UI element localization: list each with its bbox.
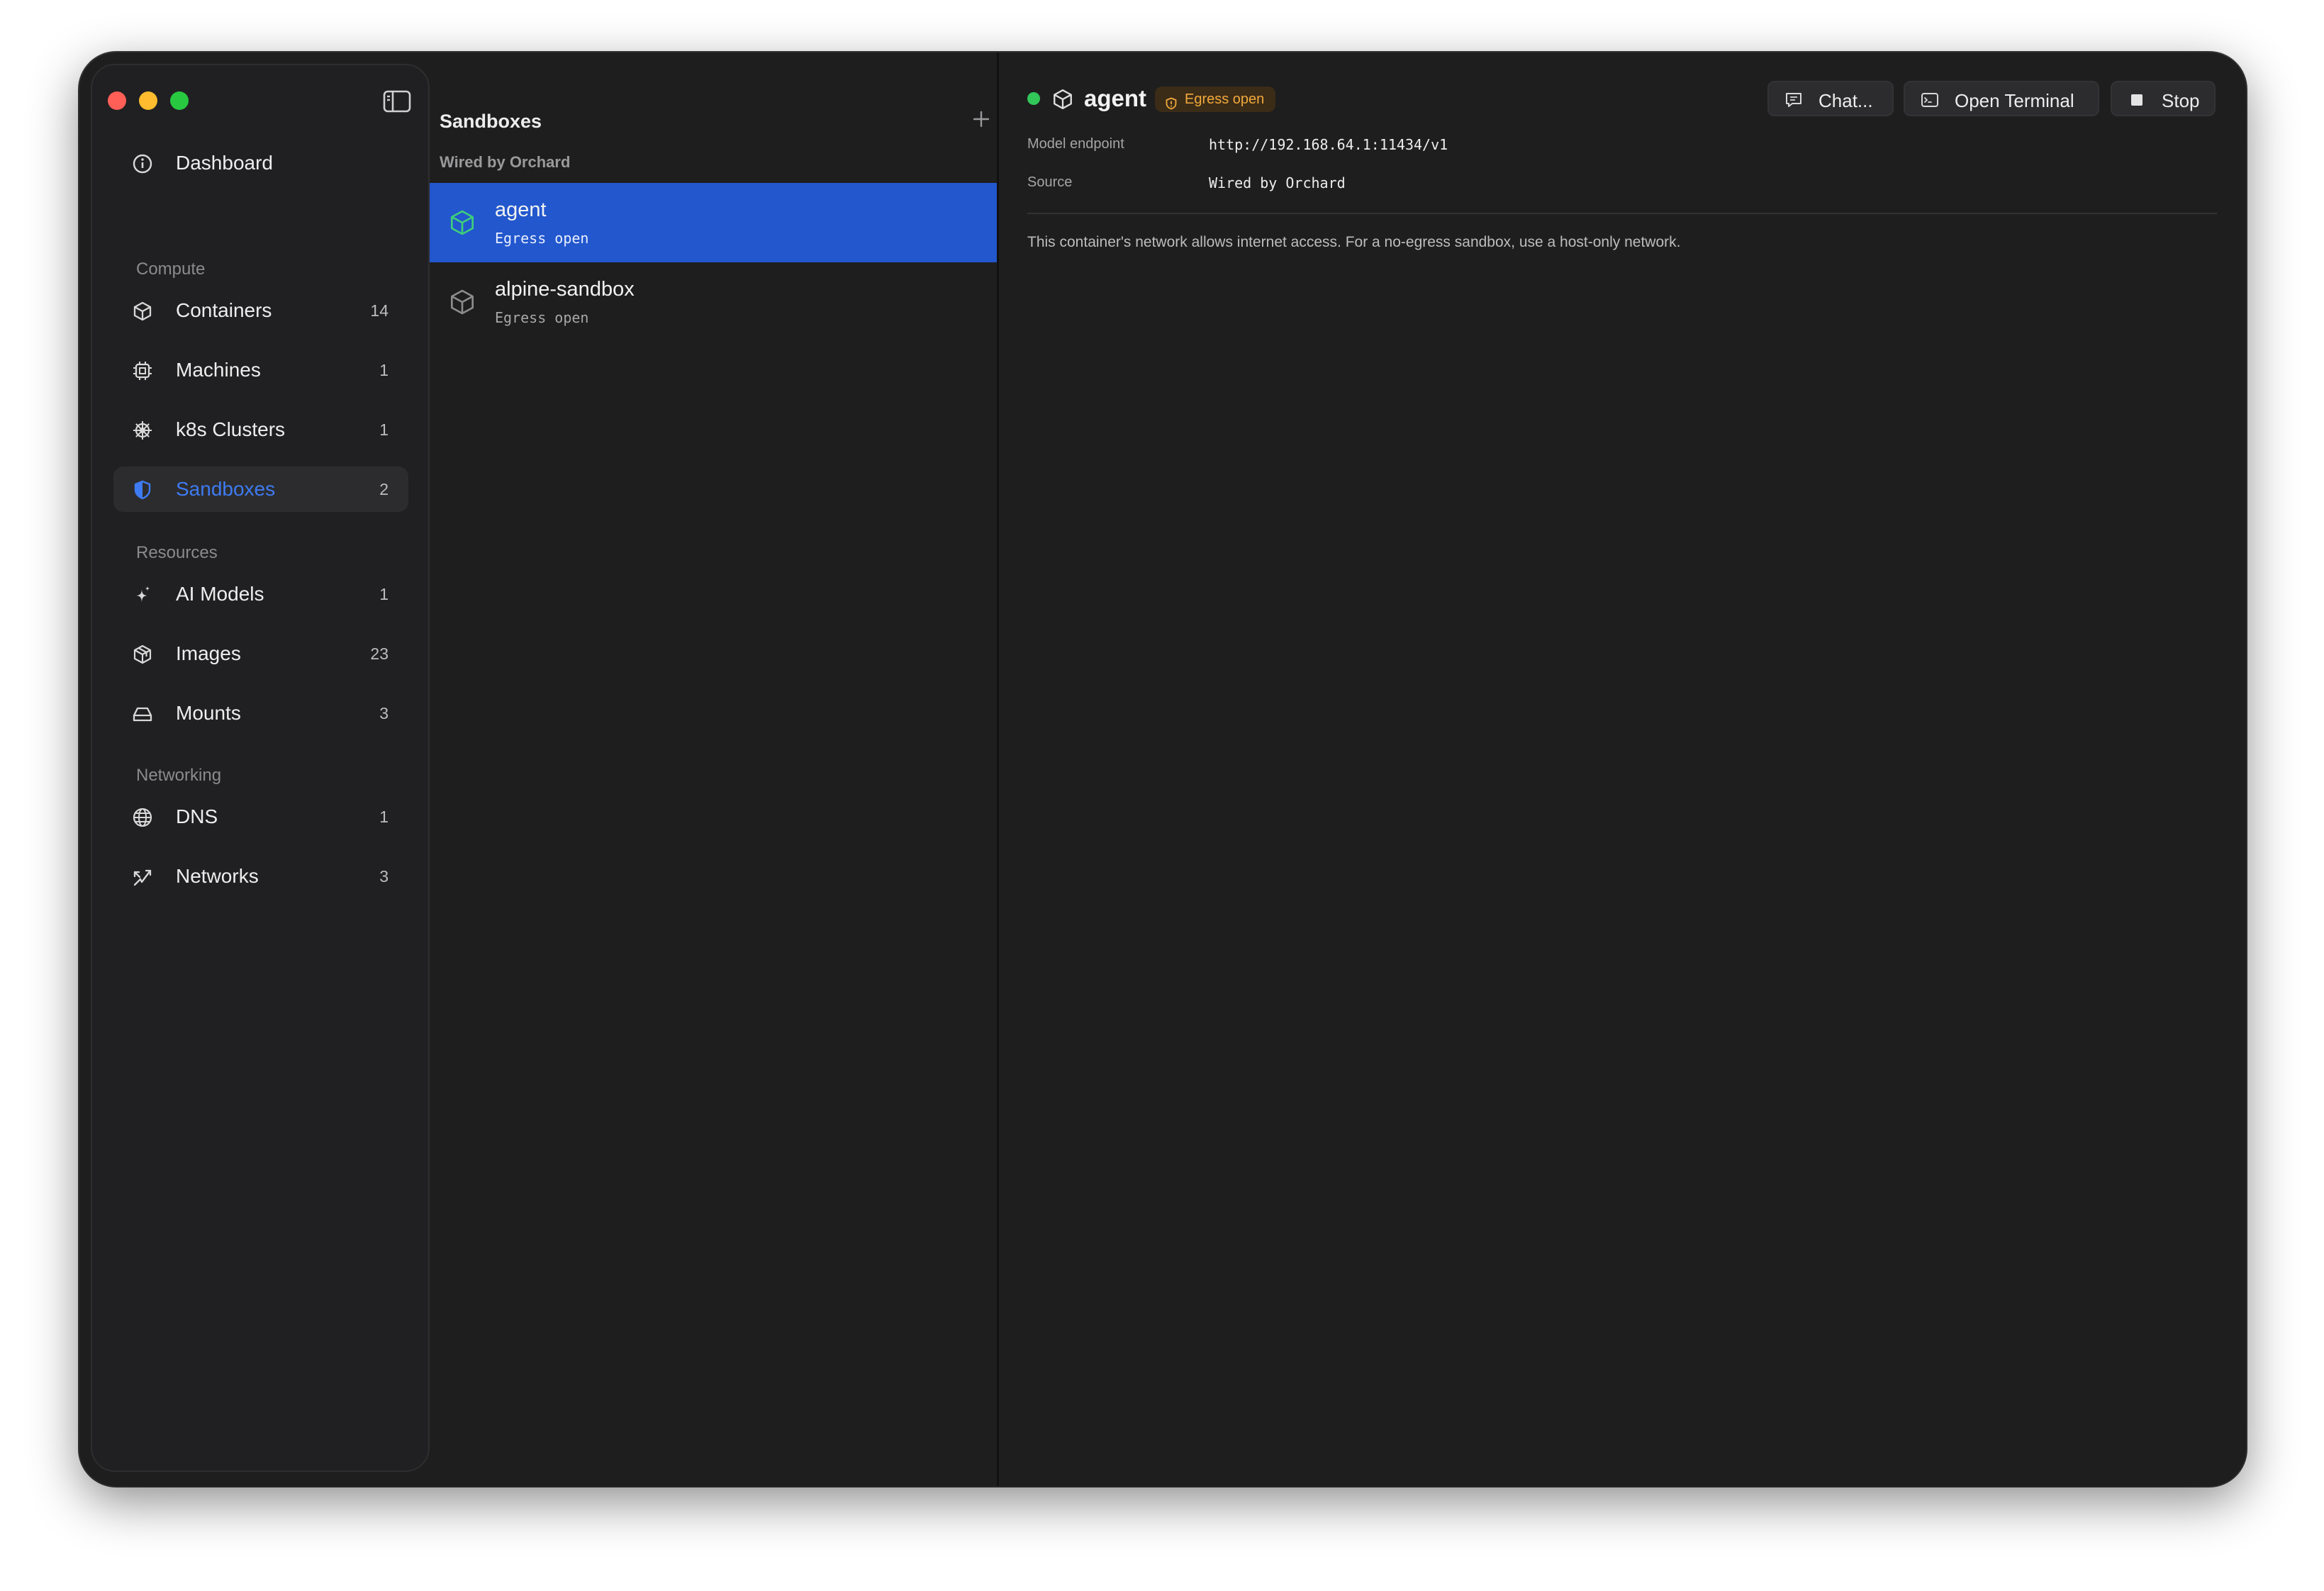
chat-button-label: Chat... <box>1819 90 1873 111</box>
count-badge: 3 <box>379 704 389 722</box>
drive-icon <box>132 703 153 725</box>
count-badge: 1 <box>379 808 389 826</box>
sandbox-list-pane: Sandboxes Wired by Orchard agent Egress … <box>430 52 997 1486</box>
cube-icon <box>448 288 476 316</box>
count-badge: 2 <box>379 480 389 498</box>
info-circle-icon <box>132 153 153 174</box>
count-badge: 1 <box>379 585 389 603</box>
sidebar-item-label: AI Models <box>176 583 264 605</box>
count-badge: 23 <box>370 644 389 663</box>
plus-icon[interactable] <box>971 109 991 129</box>
model-endpoint-value: http://192.168.64.1:11434/v1 <box>1209 136 1448 153</box>
sidebar-item-ai-models[interactable]: AI Models 1 <box>113 571 408 617</box>
egress-badge: Egress open <box>1155 86 1276 112</box>
section-label-networking: Networking <box>136 766 222 785</box>
cube-icon <box>448 208 476 237</box>
globe-icon <box>132 807 153 828</box>
network-arrows-icon <box>132 866 153 888</box>
sidebar-item-containers[interactable]: Containers 14 <box>113 288 408 333</box>
sidebar-item-label: k8s Clusters <box>176 418 286 440</box>
field-label: Source <box>1027 174 1073 190</box>
stop-button[interactable]: Stop <box>2111 81 2216 116</box>
chat-button[interactable]: Chat... <box>1767 81 1894 116</box>
sidebar-item-label: Machines <box>176 359 261 381</box>
sandbox-name: alpine-sandbox <box>495 278 635 301</box>
sidebar-item-label: Networks <box>176 865 259 887</box>
sidebar-item-images[interactable]: Images 23 <box>113 631 408 676</box>
section-label-compute: Compute <box>136 259 206 279</box>
count-badge: 1 <box>379 361 389 379</box>
chat-bubble-icon <box>1784 91 1803 109</box>
shield-icon <box>132 479 153 501</box>
sidebar-item-label: DNS <box>176 805 218 827</box>
cube-icon <box>132 301 153 322</box>
list-title: Sandboxes <box>440 111 542 132</box>
field-label: Model endpoint <box>1027 136 1124 152</box>
app-window: Dashboard Compute Containers 14 Machines… <box>79 52 2246 1486</box>
network-note: This container's network allows internet… <box>1027 234 1681 250</box>
minimize-window-button[interactable] <box>139 91 157 110</box>
sidebar: Dashboard Compute Containers 14 Machines… <box>91 64 430 1472</box>
sidebar-item-k8s-clusters[interactable]: k8s Clusters 1 <box>113 407 408 452</box>
sandbox-status: Egress open <box>495 309 589 326</box>
count-badge: 3 <box>379 867 389 886</box>
status-indicator <box>1027 92 1040 105</box>
sidebar-item-label: Images <box>176 642 241 664</box>
sidebar-item-dns[interactable]: DNS 1 <box>113 794 408 839</box>
terminal-icon <box>1921 91 1939 109</box>
stop-icon <box>2128 91 2146 109</box>
sidebar-item-label: Mounts <box>176 702 241 724</box>
section-label-resources: Resources <box>136 543 218 562</box>
divider <box>1027 213 2217 214</box>
sidebar-item-label: Sandboxes <box>176 478 276 500</box>
sandbox-detail-pane: agent Egress open Chat... Open Terminal … <box>999 52 2246 1486</box>
list-item[interactable]: alpine-sandbox Egress open <box>430 262 997 342</box>
open-terminal-button[interactable]: Open Terminal <box>1904 81 2099 116</box>
close-window-button[interactable] <box>108 91 126 110</box>
open-terminal-label: Open Terminal <box>1955 90 2074 111</box>
sidebar-item-dashboard[interactable]: Dashboard <box>113 140 408 186</box>
source-value: Wired by Orchard <box>1209 174 1346 191</box>
cube-icon <box>1051 88 1074 111</box>
sidebar-item-label: Containers <box>176 299 272 321</box>
zoom-window-button[interactable] <box>170 91 189 110</box>
layers-cube-icon <box>132 644 153 665</box>
sidebar-item-networks[interactable]: Networks 3 <box>113 854 408 899</box>
sandbox-name: agent <box>495 199 547 221</box>
sidebar-item-label: Dashboard <box>176 152 273 174</box>
sidebar-toggle-icon[interactable] <box>383 89 411 113</box>
shield-icon <box>1165 93 1178 110</box>
stop-button-label: Stop <box>2162 90 2200 111</box>
badge-label: Egress open <box>1185 91 1265 107</box>
sparkles-icon <box>132 584 153 605</box>
group-label: Wired by Orchard <box>440 153 571 171</box>
helm-wheel-icon <box>132 420 153 441</box>
sidebar-item-sandboxes[interactable]: Sandboxes 2 <box>113 467 408 512</box>
sidebar-item-machines[interactable]: Machines 1 <box>113 347 408 393</box>
sidebar-item-mounts[interactable]: Mounts 3 <box>113 691 408 736</box>
list-item[interactable]: agent Egress open <box>430 183 997 262</box>
page-title: agent <box>1084 85 1147 111</box>
sandbox-status: Egress open <box>495 230 589 247</box>
chip-icon <box>132 360 153 381</box>
count-badge: 14 <box>370 301 389 320</box>
count-badge: 1 <box>379 420 389 439</box>
